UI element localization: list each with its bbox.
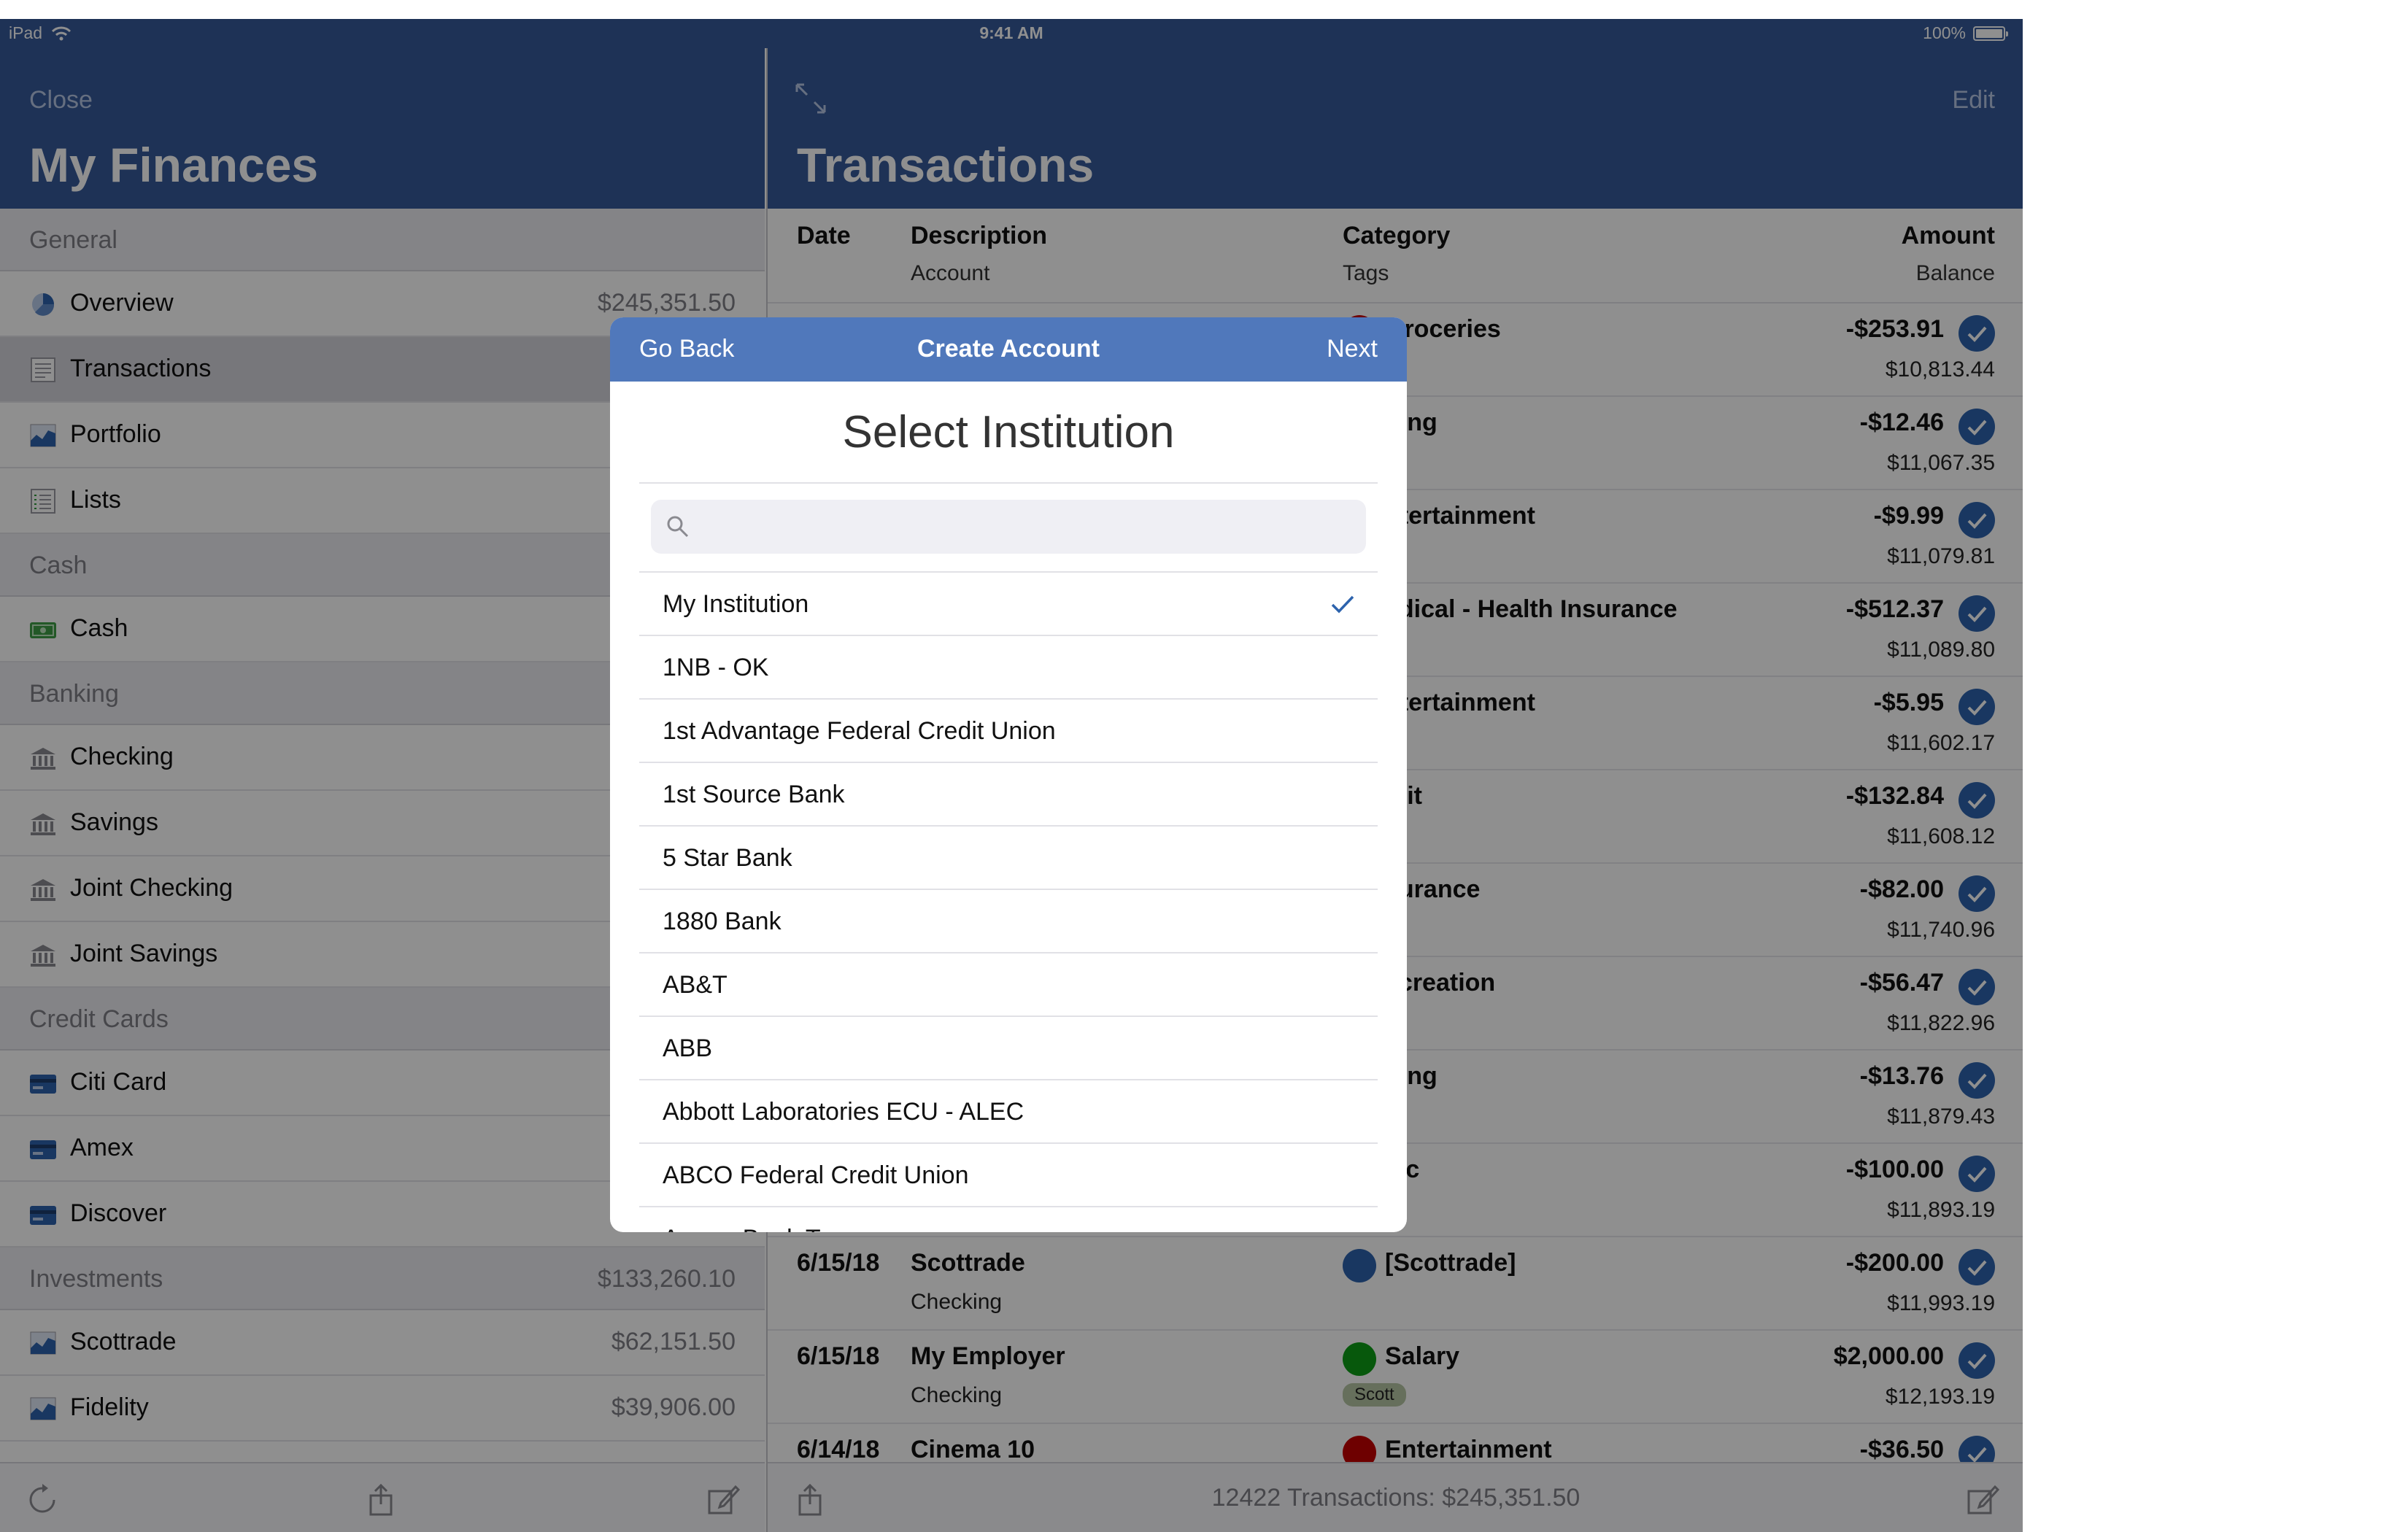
institution-name: Abbott Laboratories ECU - ALEC xyxy=(663,1098,1024,1126)
checkmark-icon xyxy=(1331,595,1354,614)
institution-name: 1st Source Bank xyxy=(663,781,845,808)
institution-item[interactable]: ABB xyxy=(639,1015,1378,1079)
create-account-modal: Go Back Create Account Next Select Insti… xyxy=(610,317,1407,1232)
institution-search-field[interactable] xyxy=(651,500,1366,554)
institution-name: ABCO Federal Credit Union xyxy=(663,1161,969,1189)
institution-item[interactable]: 1st Source Bank xyxy=(639,762,1378,825)
institution-name: My Institution xyxy=(663,590,809,618)
ipad-screen: Close My Finances General Overview $245,35… xyxy=(0,19,2023,1532)
modal-title: Create Account xyxy=(916,335,1100,363)
institution-item[interactable]: Abbott Laboratories ECU - ALEC xyxy=(639,1079,1378,1142)
institution-name: 1st Advantage Federal Credit Union xyxy=(663,717,1056,745)
institution-item[interactable]: 5 Star Bank xyxy=(639,825,1378,889)
institution-item[interactable]: 1st Advantage Federal Credit Union xyxy=(639,698,1378,762)
modal-header: Go Back Create Account Next xyxy=(610,317,1407,382)
institution-item[interactable]: 1NB - OK xyxy=(639,635,1378,698)
institution-item[interactable]: My Institution xyxy=(639,571,1378,635)
institution-item[interactable]: 1880 Bank xyxy=(639,889,1378,952)
institution-list: My Institution 1NB - OK 1st Advantage Fede… xyxy=(639,571,1378,1232)
divider xyxy=(639,482,1378,484)
institution-name: 5 Star Bank xyxy=(663,844,792,872)
next-button[interactable]: Next xyxy=(1327,335,1378,363)
institution-name: 1NB - OK xyxy=(663,654,769,681)
institution-item[interactable]: ABCO Federal Credit Union xyxy=(639,1142,1378,1206)
institution-item[interactable]: AB&T xyxy=(639,952,1378,1015)
institution-name: AccessBank Texas xyxy=(663,1225,871,1232)
institution-item[interactable]: AccessBank Texas xyxy=(639,1206,1378,1232)
select-institution-heading: Select Institution xyxy=(842,407,1175,457)
search-input[interactable] xyxy=(702,508,1344,545)
search-icon xyxy=(667,516,689,538)
institution-name: 1880 Bank xyxy=(663,908,782,935)
institution-name: AB&T xyxy=(663,971,728,999)
institution-name: ABB xyxy=(663,1034,713,1062)
